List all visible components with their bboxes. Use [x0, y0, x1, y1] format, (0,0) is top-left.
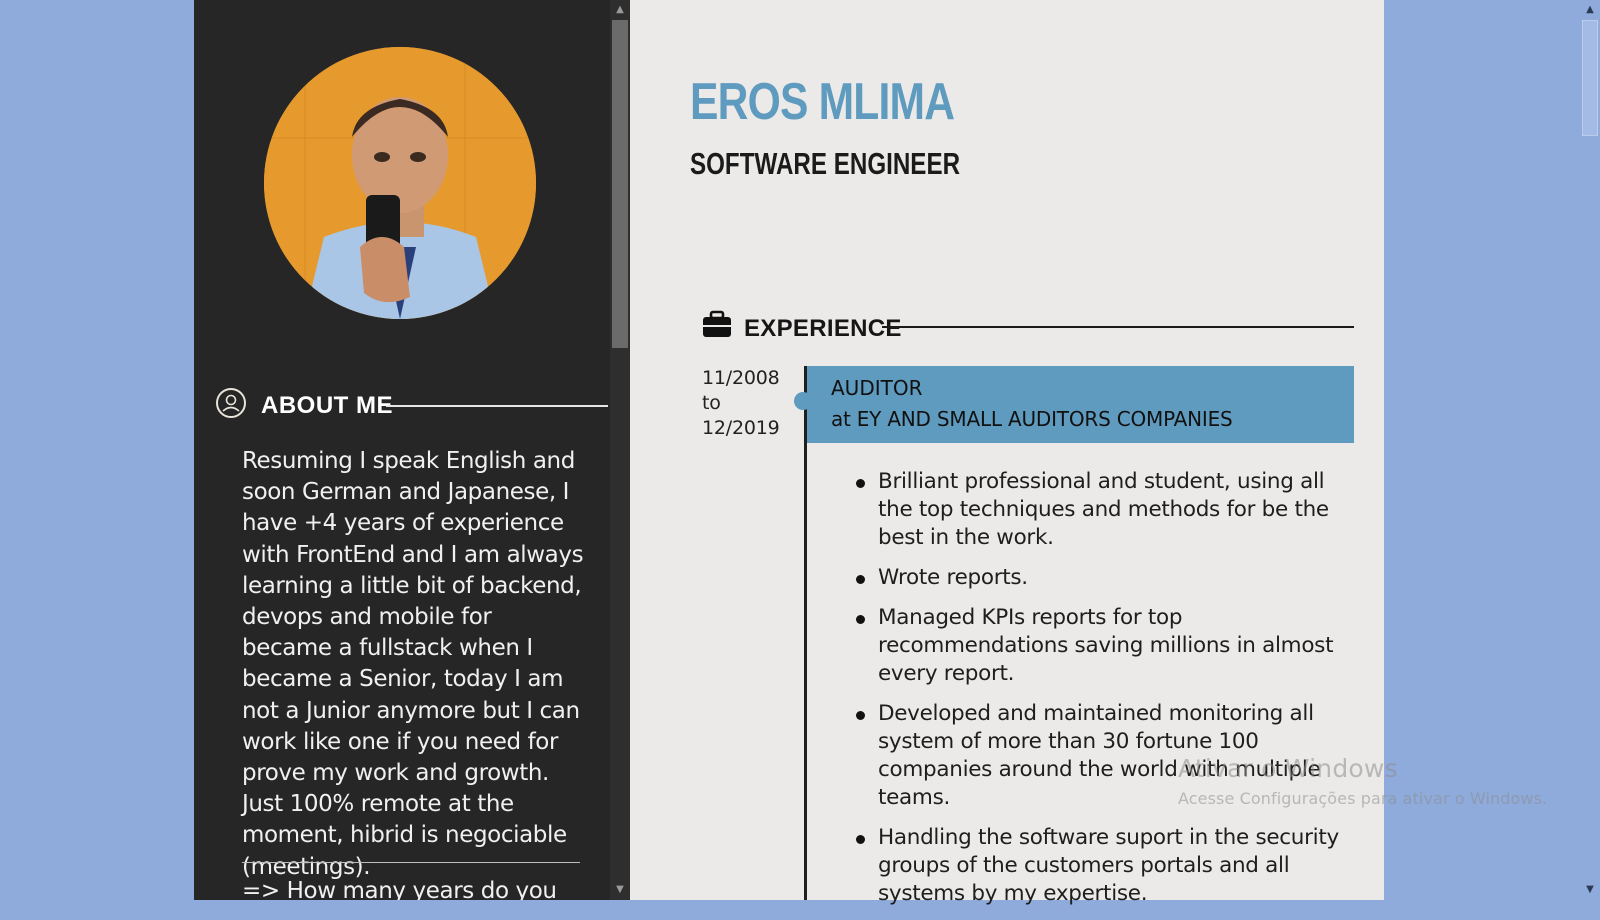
scroll-down-arrow-icon[interactable]: ▼	[614, 884, 626, 896]
bullet-icon	[856, 615, 865, 624]
scroll-down-arrow-icon[interactable]: ▼	[1584, 884, 1596, 896]
timeline-line	[804, 366, 807, 900]
about-me-rule	[386, 405, 608, 407]
user-circle-icon	[216, 388, 246, 418]
watermark-subtitle: Acesse Configurações para ativar o Windo…	[1178, 789, 1548, 808]
list-item: Handling the software suport in the secu…	[856, 824, 1354, 908]
profile-name: EROS MLIMA	[690, 73, 955, 131]
bullet-icon	[856, 479, 865, 488]
job-at-label: at	[831, 407, 851, 431]
bullet-text: Wrote reports.	[878, 565, 1028, 590]
job-company: EY AND SMALL AUDITORS COMPANIES	[856, 407, 1233, 431]
job-date-to: 12/2019	[702, 417, 780, 439]
job-bullets: Brilliant professional and student, usin…	[856, 468, 1354, 920]
scroll-up-arrow-icon[interactable]: ▲	[1584, 4, 1596, 16]
sidebar-scrollbar-thumb[interactable]	[612, 20, 628, 348]
job-date-from: 11/2008	[702, 367, 780, 389]
job-card: AUDITOR at EY AND SMALL AUDITORS COMPANIE…	[807, 366, 1354, 443]
job-company-line: at EY AND SMALL AUDITORS COMPANIES	[831, 407, 1233, 431]
about-me-text: Resuming I speak English and soon German…	[242, 448, 584, 880]
bullet-text: Brilliant professional and student, usin…	[878, 469, 1329, 550]
sidebar-scrollbar[interactable]: ▲ ▼	[610, 0, 630, 900]
bullet-icon	[856, 835, 865, 844]
avatar	[264, 47, 536, 319]
watermark-title: Ativar o Windows	[1178, 754, 1398, 783]
list-item: Managed KPIs reports for top recommendat…	[856, 604, 1354, 688]
bullet-icon	[856, 711, 865, 720]
profile-role: SOFTWARE ENGINEER	[690, 146, 961, 181]
list-item: Brilliant professional and student, usin…	[856, 468, 1354, 552]
experience-title: EXPERIENCE	[744, 315, 902, 342]
about-question: => How many years do you	[242, 878, 557, 900]
windows-activation-watermark: Ativar o Windows Acesse Configurações pa…	[1178, 754, 1547, 808]
avatar-photo	[264, 47, 536, 319]
about-divider	[242, 862, 580, 863]
experience-rule	[882, 326, 1354, 328]
job-date-separator: to	[702, 392, 721, 414]
list-item: Wrote reports.	[856, 564, 1354, 592]
bullet-text: Handling the software suport in the secu…	[878, 825, 1339, 906]
bullet-text: Managed KPIs reports for top recommendat…	[878, 605, 1334, 686]
briefcase-icon	[703, 310, 731, 337]
about-me-header: ABOUT ME	[216, 386, 608, 422]
experience-header: EXPERIENCE	[702, 308, 1354, 344]
job-date-range: 11/2008 to 12/2019	[702, 366, 792, 441]
about-me-title: ABOUT ME	[261, 392, 393, 419]
sidebar: ABOUT ME Resuming I speak English and so…	[194, 0, 630, 900]
scroll-up-arrow-icon[interactable]: ▲	[614, 4, 626, 16]
page-scrollbar[interactable]: ▲ ▼	[1580, 0, 1600, 900]
bullet-icon	[856, 575, 865, 584]
job-position: AUDITOR	[831, 376, 923, 400]
page-scrollbar-thumb[interactable]	[1582, 20, 1598, 136]
